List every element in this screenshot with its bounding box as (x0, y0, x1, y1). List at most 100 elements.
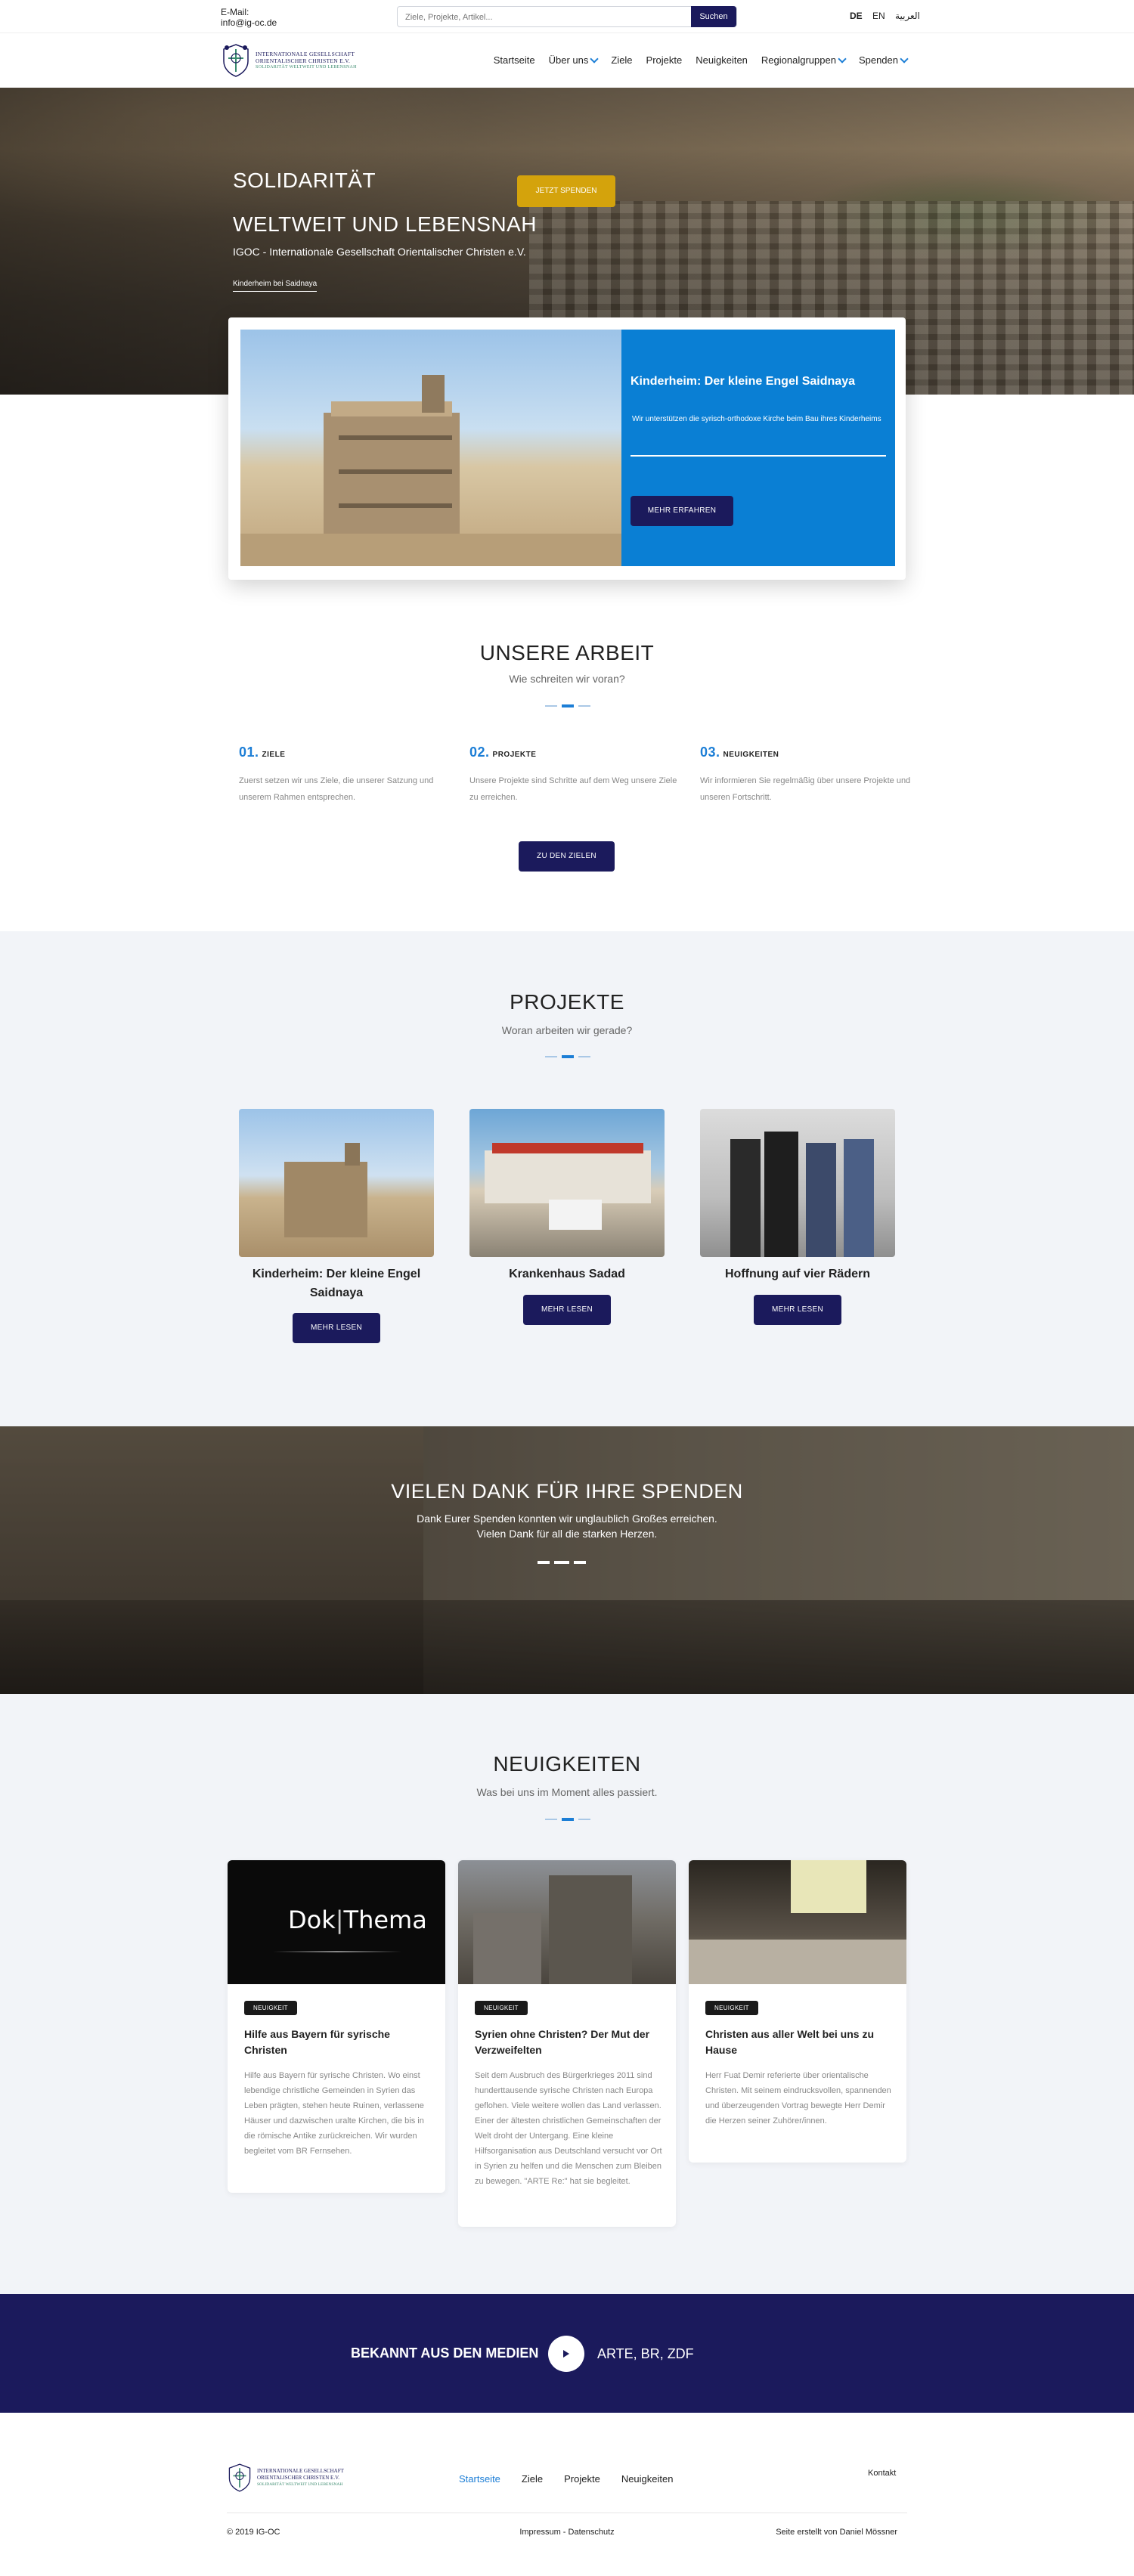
section-divider (545, 1818, 590, 1821)
hero-subtitle: IGOC - Internationale Gesellschaft Orien… (233, 246, 526, 258)
hero-title-line-2: WELTWEIT UND LEBENSNAH (233, 212, 538, 236)
footer-link-kontakt[interactable]: Kontakt (868, 2469, 896, 2478)
hero-caption-link[interactable]: Kinderheim bei Saidnaya (233, 280, 318, 292)
divider (631, 455, 886, 457)
chevron-down-icon (900, 54, 909, 63)
project-image-krankenhaus[interactable] (469, 1109, 665, 1257)
work-text: Wir informieren Sie regelmäßig über unse… (700, 776, 911, 802)
featured-project-title: Kinderheim: Der kleine Engel Saidnaya (631, 375, 855, 388)
work-section-subtitle: Wie schreiten wir voran? (509, 673, 625, 685)
slider-dot (538, 1561, 550, 1564)
hero-title-line-1: SOLIDARITÄT (233, 169, 376, 192)
chevron-down-icon (590, 54, 600, 63)
nav-label: Über uns (548, 54, 589, 66)
nav-item-ueber-uns[interactable]: Über uns (548, 54, 600, 66)
news-image (689, 1860, 906, 1984)
nav-item-spenden[interactable]: Spenden (859, 54, 909, 66)
nav-item-startseite[interactable]: Startseite (494, 54, 535, 66)
search-button[interactable]: Suchen (691, 6, 736, 27)
news-image (458, 1860, 676, 1984)
read-more-button[interactable]: MEHR LESEN (754, 1295, 841, 1325)
news-badge: NEUIGKEIT (244, 2001, 297, 2015)
news-section-subtitle: Was bei uns im Moment alles passiert. (476, 1786, 658, 1798)
to-goals-button[interactable]: ZU DEN ZIELEN (519, 841, 615, 872)
donate-now-button[interactable]: JETZT SPENDEN (517, 175, 615, 207)
featured-project-text: Wir unterstützen die syrisch-orthodoxe K… (632, 415, 881, 423)
play-icon[interactable] (548, 2336, 584, 2372)
logo-line-2: ORIENTALISCHER CHRISTEN E.V. (257, 2474, 339, 2481)
work-text: Zuerst setzen wir uns Ziele, die unserer… (239, 776, 434, 802)
read-more-button[interactable]: MEHR LESEN (293, 1313, 380, 1343)
logo-text: INTERNATIONALE GESELLSCHAFT ORIENTALISCH… (257, 2468, 344, 2488)
news-title[interactable]: Hilfe aus Bayern für syrische Christen (244, 2026, 433, 2058)
nav-label: Regionalgruppen (761, 54, 836, 66)
news-image-text: Dok (288, 1906, 336, 1934)
featured-project-panel: Kinderheim: Der kleine Engel Saidnaya Wi… (621, 330, 895, 566)
language-switcher: DE EN العربية (850, 11, 928, 21)
donation-text-line-2: Vielen Dank für all die starken Herzen. (476, 1528, 658, 1540)
nav-item-neuigkeiten[interactable]: Neuigkeiten (696, 54, 748, 66)
news-card[interactable]: Dok|Thema NEUIGKEIT Hilfe aus Bayern für… (228, 1860, 445, 2193)
crest-logo (223, 44, 249, 77)
media-outlets: ARTE, BR, ZDF (597, 2346, 694, 2361)
nav-item-ziele[interactable]: Ziele (611, 54, 632, 66)
project-image-kinderheim[interactable] (239, 1109, 434, 1257)
top-bar: E-Mail: info@ig-oc.de Suchen DE EN العرب… (0, 0, 1134, 33)
projects-section-subtitle: Woran arbeiten wir gerade? (501, 1024, 633, 1036)
news-card[interactable]: NEUIGKEIT Christen aus aller Welt bei un… (689, 1860, 906, 2163)
work-column-heading: 01. ZIELE (239, 745, 451, 760)
news-image: Dok|Thema (228, 1860, 445, 1984)
nav-item-regionalgruppen[interactable]: Regionalgruppen (761, 54, 847, 66)
slider-dot-active (554, 1561, 569, 1564)
logo-tagline: SOLIDARITÄT WELTWEIT UND LEBENSNAH (257, 2482, 343, 2487)
project-image-hoffnung[interactable] (700, 1109, 895, 1257)
lang-de[interactable]: DE (850, 11, 863, 21)
donation-text: Dank Eurer Spenden konnten wir unglaubli… (0, 1511, 1134, 1541)
news-text: Hilfe aus Bayern für syrische Christen. … (244, 2071, 424, 2156)
nav-label: Projekte (646, 54, 683, 66)
nav-label: Startseite (493, 54, 535, 66)
work-column-heading: 02. PROJEKTE (469, 745, 681, 760)
email-address[interactable]: info@ig-oc.de (221, 17, 277, 28)
work-text: Unsere Projekte sind Schritte auf dem We… (469, 776, 677, 802)
learn-more-button[interactable]: MEHR ERFAHREN (631, 496, 733, 526)
legal-links[interactable]: Impressum - Datenschutz (0, 2528, 1134, 2537)
footer-link-startseite[interactable]: Startseite (459, 2473, 500, 2485)
news-card[interactable]: NEUIGKEIT Syrien ohne Christen? Der Mut … (458, 1860, 676, 2227)
footer: INTERNATIONALE GESELLSCHAFT ORIENTALISCH… (0, 2413, 1134, 2576)
nav-label: Ziele (611, 54, 633, 66)
lang-ar[interactable]: العربية (895, 11, 920, 21)
read-more-button[interactable]: MEHR LESEN (523, 1295, 611, 1325)
chevron-down-icon (838, 54, 847, 63)
media-label: BEKANNT AUS DEN MEDIEN (351, 2345, 539, 2361)
work-column-ziele: 01. ZIELE Zuerst setzen wir uns Ziele, di… (239, 745, 451, 806)
work-column-heading: 03. NEUIGKEITEN (700, 745, 912, 760)
logo-line-1: INTERNATIONALE GESELLSCHAFT (257, 2467, 344, 2474)
nav-label: Neuigkeiten (696, 54, 748, 66)
news-title[interactable]: Syrien ohne Christen? Der Mut der Verzwe… (475, 2026, 664, 2058)
banner-overlay (0, 1426, 1134, 1694)
search-input[interactable] (405, 11, 677, 24)
footer-link-neuigkeiten[interactable]: Neuigkeiten (621, 2473, 674, 2485)
footer-link-ziele[interactable]: Ziele (522, 2473, 543, 2485)
logo-tagline: SOLIDARITÄT WELTWEIT UND LEBENSNAH (256, 64, 357, 70)
work-section-title: UNSERE ARBEIT (479, 641, 655, 664)
footer-logo[interactable]: INTERNATIONALE GESELLSCHAFT ORIENTALISCH… (227, 2460, 355, 2496)
main-navigation: INTERNATIONALE GESELLSCHAFT ORIENTALISCH… (0, 33, 1134, 88)
donation-banner: VIELEN DANK FÜR IHRE SPENDEN Dank Eurer … (0, 1426, 1134, 1694)
donation-text-line-1: Dank Eurer Spenden konnten wir unglaubli… (417, 1512, 717, 1525)
logo-line-1: INTERNATIONALE GESELLSCHAFT (256, 50, 355, 57)
section-divider (545, 704, 590, 707)
nav-menu: Startseite Über uns Ziele Projekte Neuig… (494, 54, 909, 66)
footer-link-projekte[interactable]: Projekte (564, 2473, 600, 2485)
news-image-lettering: Dok|Thema (288, 1906, 427, 1934)
contact-email[interactable]: E-Mail: info@ig-oc.de (221, 7, 277, 28)
slider-dot (574, 1561, 586, 1564)
site-logo[interactable]: INTERNATIONALE GESELLSCHAFT ORIENTALISCH… (221, 42, 357, 79)
work-number: 01. (239, 745, 259, 760)
nav-item-projekte[interactable]: Projekte (646, 54, 683, 66)
lang-en[interactable]: EN (872, 11, 885, 21)
news-title[interactable]: Christen aus aller Welt bei uns zu Hause (705, 2026, 894, 2058)
project-title: Hoffnung auf vier Rädern (724, 1268, 870, 1280)
news-text: Seit dem Ausbruch des Bürgerkrieges 2011… (475, 2071, 662, 2186)
